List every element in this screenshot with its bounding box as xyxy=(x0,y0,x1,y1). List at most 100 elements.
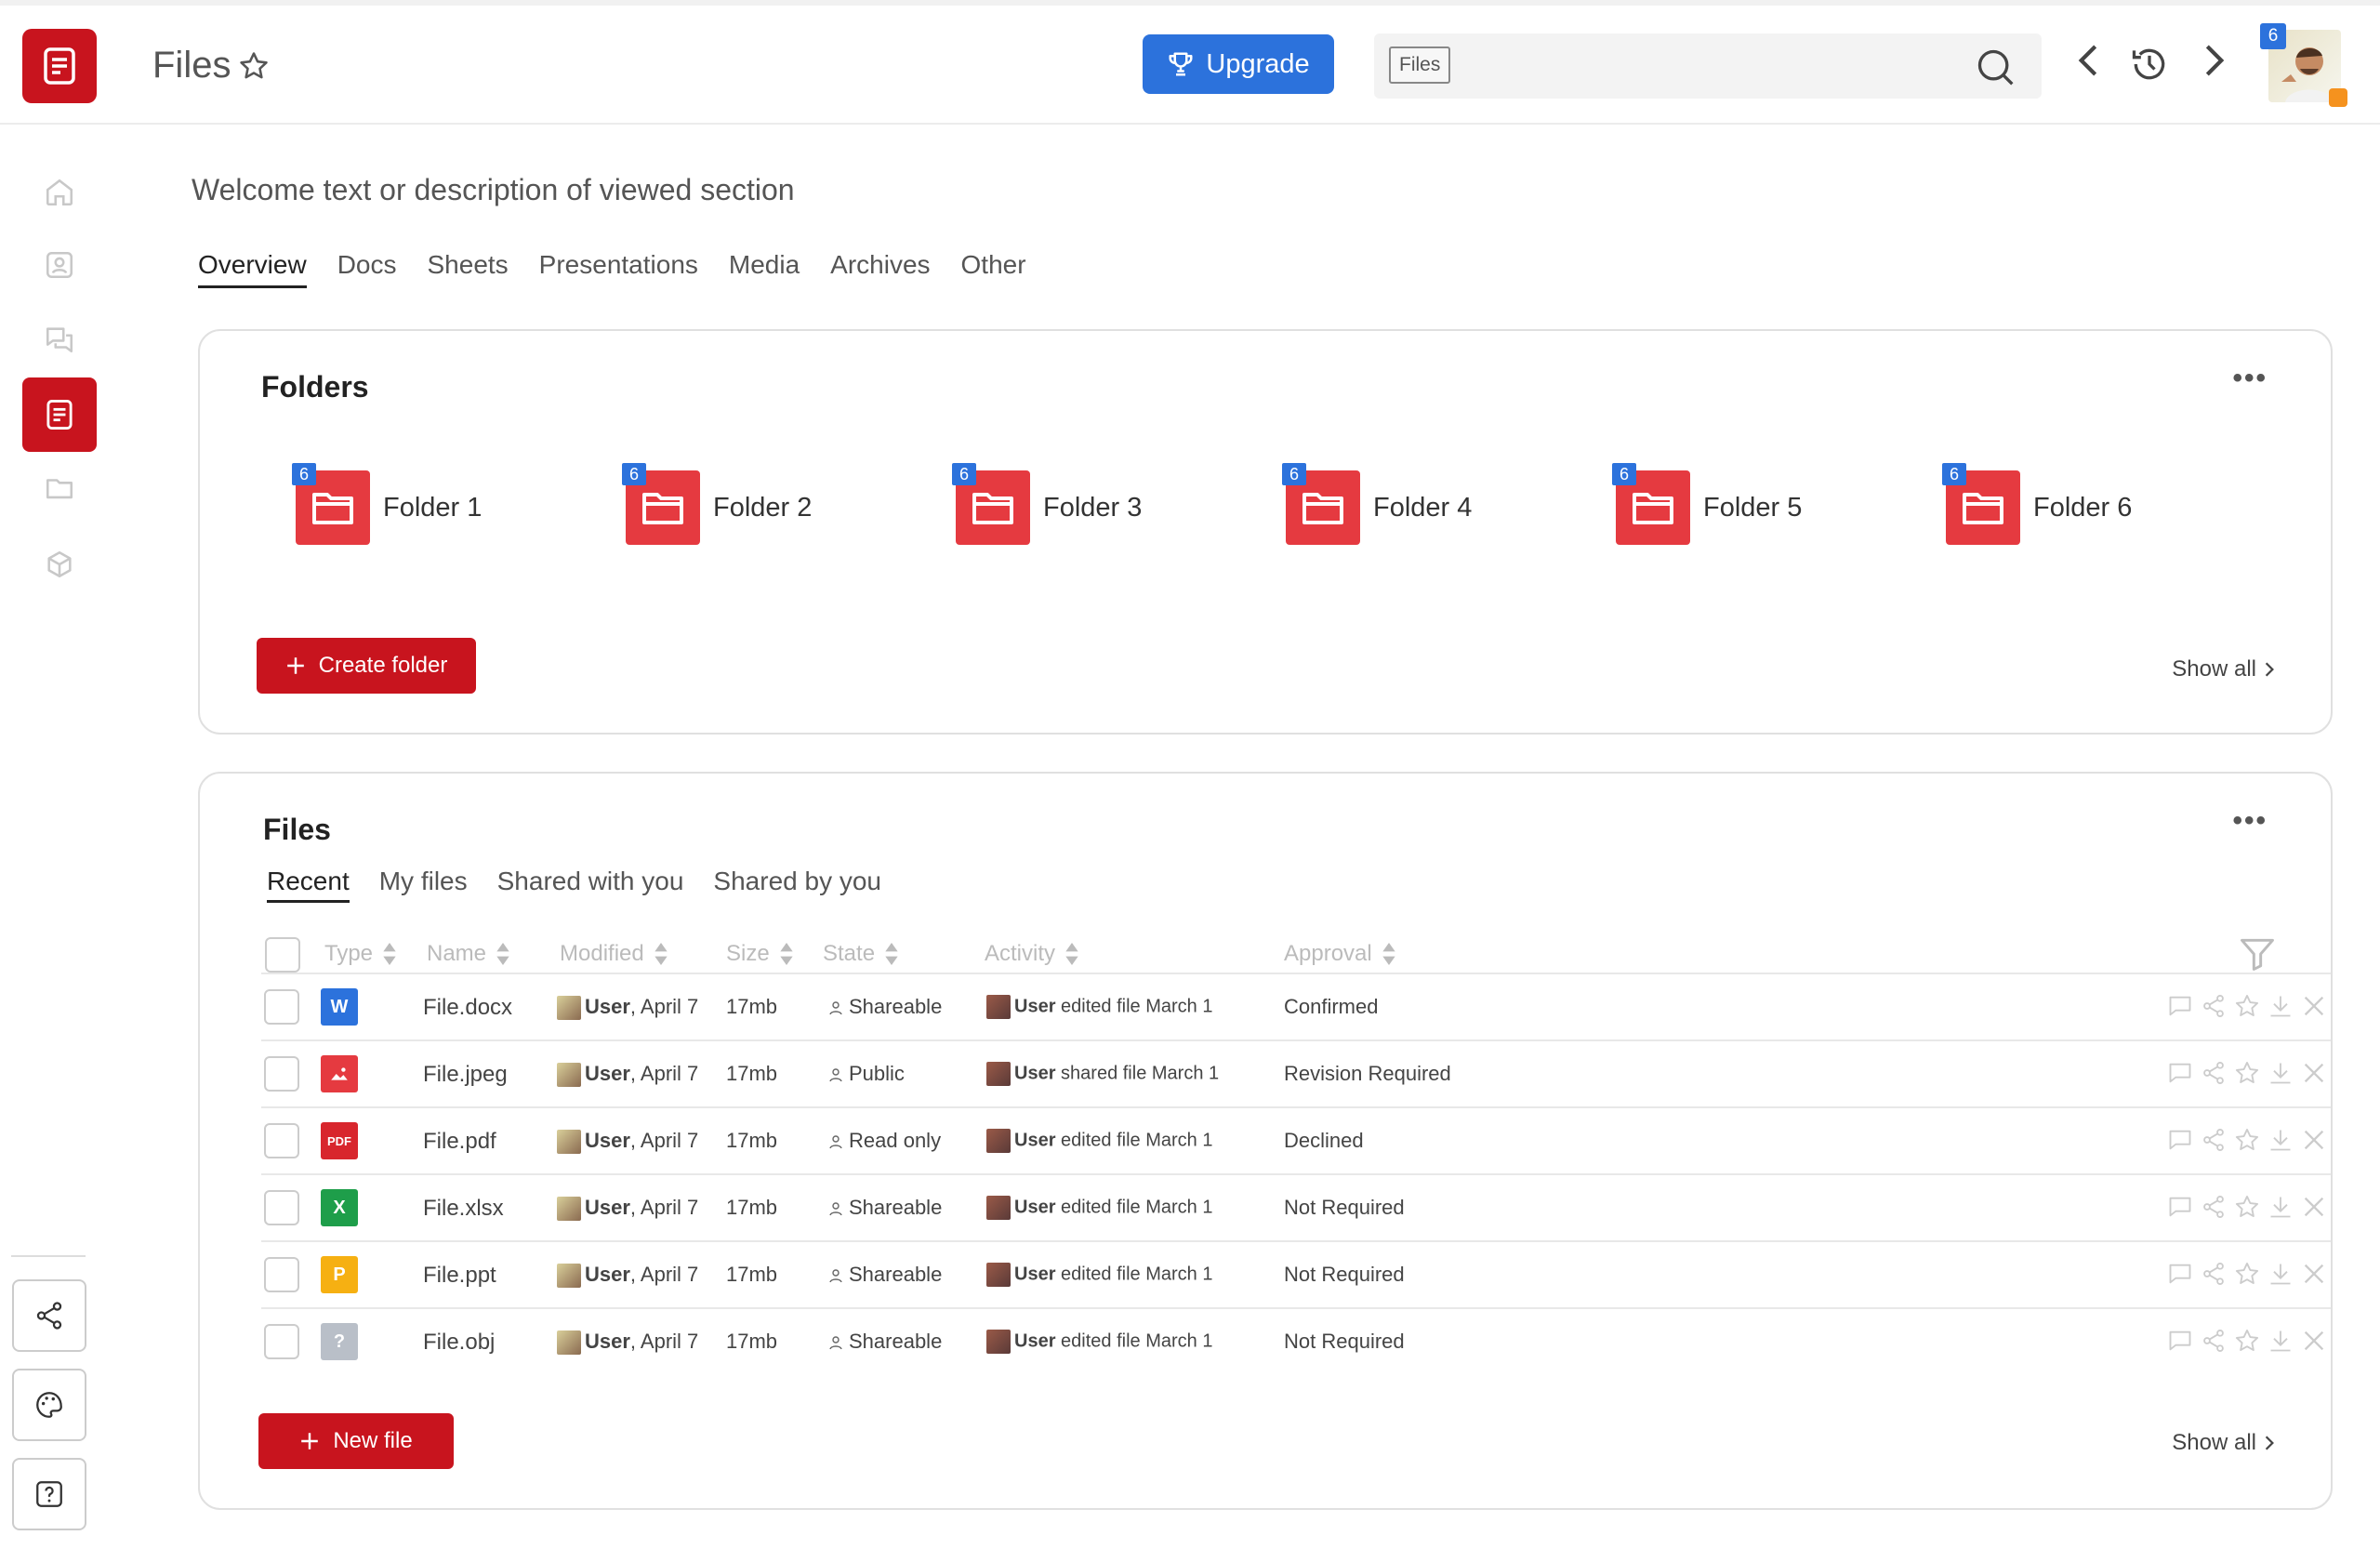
tab-overview[interactable]: Overview xyxy=(198,250,307,288)
sidebar-item-files[interactable] xyxy=(22,377,97,452)
tab-docs[interactable]: Docs xyxy=(337,250,397,288)
filter-icon[interactable] xyxy=(2236,933,2279,974)
table-row[interactable]: X File.xlsx User, April 7 17mb Shareable User… xyxy=(261,1173,2331,1240)
table-row[interactable]: P File.ppt User, April 7 17mb Shareable User … xyxy=(261,1240,2331,1307)
star-icon[interactable] xyxy=(2234,1060,2260,1086)
share-button[interactable] xyxy=(12,1279,86,1352)
share-icon[interactable] xyxy=(2201,1194,2227,1220)
file-name[interactable]: File.docx xyxy=(423,995,512,1021)
modified-user[interactable]: User xyxy=(585,1129,630,1152)
star-icon[interactable] xyxy=(2234,1328,2260,1354)
download-icon[interactable] xyxy=(2268,993,2294,1019)
star-icon[interactable] xyxy=(2234,1127,2260,1153)
activity-user[interactable]: User xyxy=(1014,996,1055,1016)
folder-item[interactable]: 6 Folder 6 xyxy=(1942,463,2132,545)
comment-icon[interactable] xyxy=(2167,1328,2193,1354)
table-row[interactable]: ? File.obj User, April 7 17mb Shareable User … xyxy=(261,1307,2331,1374)
modified-user[interactable]: User xyxy=(585,995,630,1018)
tab-archives[interactable]: Archives xyxy=(830,250,930,288)
tab-sheets[interactable]: Sheets xyxy=(428,250,509,288)
share-icon[interactable] xyxy=(2201,1060,2227,1086)
package-icon[interactable] xyxy=(44,549,75,580)
activity-user[interactable]: User xyxy=(1014,1063,1055,1083)
chat-icon[interactable] xyxy=(44,324,75,355)
column-name[interactable]: Name xyxy=(427,941,510,967)
modified-user[interactable]: User xyxy=(585,1330,630,1353)
delete-icon[interactable] xyxy=(2301,1261,2327,1287)
delete-icon[interactable] xyxy=(2301,1127,2327,1153)
chevron-left-icon[interactable] xyxy=(2073,42,2105,79)
files-app-logo[interactable] xyxy=(22,29,97,103)
tab-other[interactable]: Other xyxy=(961,250,1026,288)
folder-item[interactable]: 6 Folder 2 xyxy=(622,463,812,545)
activity-user[interactable]: User xyxy=(1014,1197,1055,1217)
table-row[interactable]: File.jpeg User, April 7 17mb Public User sha… xyxy=(261,1039,2331,1106)
modified-user[interactable]: User xyxy=(585,1263,630,1286)
file-name[interactable]: File.jpeg xyxy=(423,1062,508,1088)
download-icon[interactable] xyxy=(2268,1060,2294,1086)
more-options-icon[interactable]: ••• xyxy=(2232,805,2268,837)
file-name[interactable]: File.pdf xyxy=(423,1129,496,1155)
star-icon[interactable] xyxy=(2234,993,2260,1019)
folder-item[interactable]: 6 Folder 1 xyxy=(292,463,482,545)
search-scope-chip[interactable]: Files xyxy=(1389,46,1451,84)
share-icon[interactable] xyxy=(2201,993,2227,1019)
delete-icon[interactable] xyxy=(2301,1060,2327,1086)
download-icon[interactable] xyxy=(2268,1261,2294,1287)
column-size[interactable]: Size xyxy=(726,941,794,967)
folder-item[interactable]: 6 Folder 4 xyxy=(1282,463,1472,545)
tab-presentations[interactable]: Presentations xyxy=(539,250,698,288)
file-name[interactable]: File.obj xyxy=(423,1330,495,1356)
row-checkbox[interactable] xyxy=(264,1123,299,1158)
home-icon[interactable] xyxy=(44,177,75,208)
table-row[interactable]: W File.docx User, April 7 17mb Shareable User… xyxy=(261,973,2331,1039)
tab-media[interactable]: Media xyxy=(729,250,800,288)
comment-icon[interactable] xyxy=(2167,1194,2193,1220)
download-icon[interactable] xyxy=(2268,1328,2294,1354)
table-row[interactable]: PDF File.pdf User, April 7 17mb Read only Use… xyxy=(261,1106,2331,1173)
delete-icon[interactable] xyxy=(2301,993,2327,1019)
new-file-button[interactable]: New file xyxy=(258,1413,454,1469)
chevron-right-icon[interactable] xyxy=(2198,42,2229,79)
folder-item[interactable]: 6 Folder 3 xyxy=(952,463,1142,545)
comment-icon[interactable] xyxy=(2167,993,2193,1019)
activity-user[interactable]: User xyxy=(1014,1330,1055,1351)
subtab-shared-by-you[interactable]: Shared by you xyxy=(713,867,881,903)
comment-icon[interactable] xyxy=(2167,1261,2193,1287)
file-name[interactable]: File.ppt xyxy=(423,1263,496,1289)
modified-user[interactable]: User xyxy=(585,1062,630,1085)
more-options-icon[interactable]: ••• xyxy=(2232,363,2268,394)
search-input[interactable]: Files xyxy=(1374,33,2042,99)
favorite-star-icon[interactable] xyxy=(238,50,270,82)
column-approval[interactable]: Approval xyxy=(1284,941,1396,967)
modified-user[interactable]: User xyxy=(585,1196,630,1219)
star-icon[interactable] xyxy=(2234,1261,2260,1287)
row-checkbox[interactable] xyxy=(264,1056,299,1092)
share-icon[interactable] xyxy=(2201,1261,2227,1287)
activity-user[interactable]: User xyxy=(1014,1130,1055,1150)
delete-icon[interactable] xyxy=(2301,1328,2327,1354)
row-checkbox[interactable] xyxy=(264,1257,299,1292)
column-activity[interactable]: Activity xyxy=(985,941,1079,967)
delete-icon[interactable] xyxy=(2301,1194,2327,1220)
star-icon[interactable] xyxy=(2234,1194,2260,1220)
theme-button[interactable] xyxy=(12,1369,86,1441)
activity-user[interactable]: User xyxy=(1014,1264,1055,1284)
row-checkbox[interactable] xyxy=(264,1324,299,1359)
download-icon[interactable] xyxy=(2268,1127,2294,1153)
column-state[interactable]: State xyxy=(823,941,899,967)
column-type[interactable]: Type xyxy=(324,941,397,967)
subtab-my-files[interactable]: My files xyxy=(379,867,468,903)
subtab-shared-with-you[interactable]: Shared with you xyxy=(497,867,684,903)
show-all-files-link[interactable]: Show all xyxy=(2172,1430,2275,1456)
share-icon[interactable] xyxy=(2201,1127,2227,1153)
upgrade-button[interactable]: Upgrade xyxy=(1143,34,1334,94)
subtab-recent[interactable]: Recent xyxy=(267,867,350,903)
search-icon[interactable] xyxy=(1975,46,2016,87)
history-icon[interactable] xyxy=(2129,44,2170,85)
show-all-folders-link[interactable]: Show all xyxy=(2172,656,2275,682)
row-checkbox[interactable] xyxy=(264,989,299,1025)
row-checkbox[interactable] xyxy=(264,1190,299,1225)
file-name[interactable]: File.xlsx xyxy=(423,1196,504,1222)
share-icon[interactable] xyxy=(2201,1328,2227,1354)
